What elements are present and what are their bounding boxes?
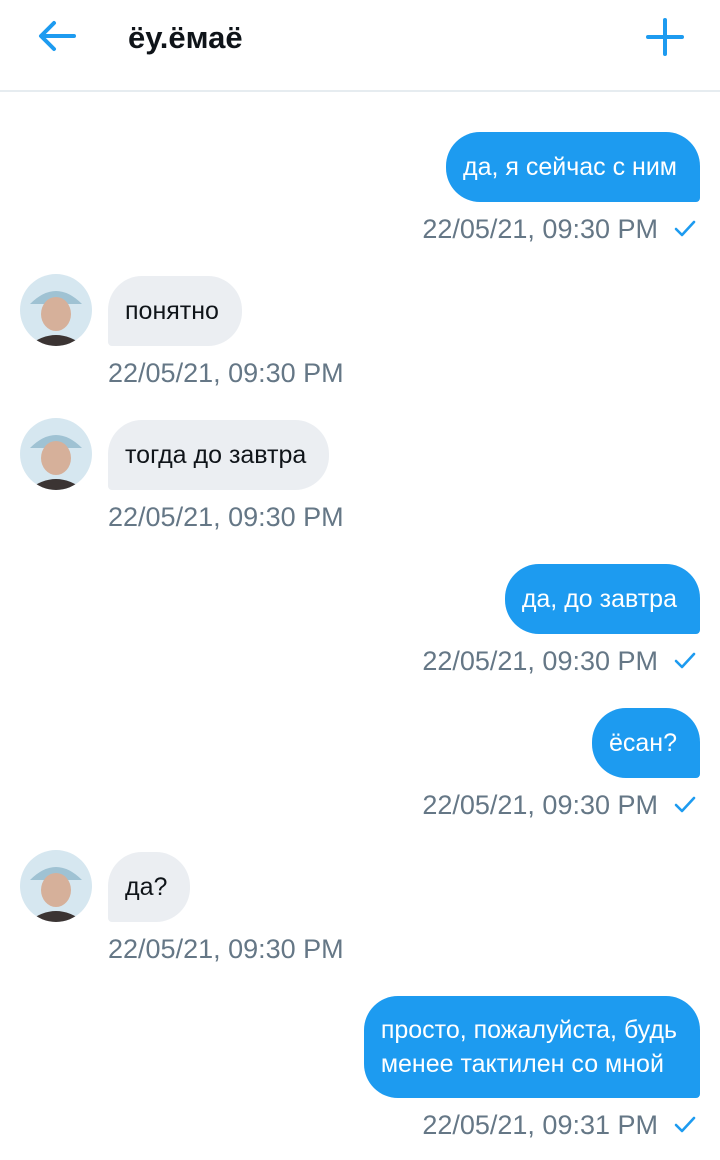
- plus-icon: [646, 18, 684, 56]
- message-timestamp: 22/05/21, 09:30 PM: [108, 934, 344, 964]
- message-bubble: ёсан?: [591, 708, 700, 778]
- new-message-button[interactable]: [640, 12, 690, 62]
- message-outgoing[interactable]: да, до завтра: [504, 564, 700, 634]
- arrow-left-icon: [39, 21, 76, 51]
- message-line: просто, пожалуйста, будь: [380, 1016, 677, 1044]
- message-outgoing[interactable]: да, я сейчас с ним: [445, 132, 700, 202]
- message-timestamp: 22/05/21, 09:30 PM: [108, 358, 344, 388]
- avatar[interactable]: [20, 274, 92, 346]
- conversation-header: ёу.ёмаё: [0, 0, 720, 92]
- message-bubble: да?: [108, 852, 191, 922]
- message-bubble: да, до завтра: [504, 564, 700, 634]
- message-incoming[interactable]: понятно: [108, 276, 242, 346]
- conversation-title: ёу.ёмаё: [128, 20, 243, 55]
- checkmark-icon: [674, 1108, 696, 1142]
- message-timestamp: 22/05/21, 09:30 PM: [422, 790, 658, 820]
- checkmark-icon: [674, 212, 696, 246]
- message-meta: 22/05/21, 09:30 PM: [108, 356, 344, 390]
- checkmark-icon: [674, 644, 696, 678]
- message-bubble: тогда до завтра: [108, 420, 330, 490]
- message-meta: 22/05/21, 09:31 PM: [422, 1108, 696, 1144]
- message-meta: 22/05/21, 09:30 PM: [108, 932, 344, 966]
- message-timestamp: 22/05/21, 09:30 PM: [422, 214, 658, 244]
- message-line: менее тактилен со мной: [380, 1050, 664, 1078]
- checkmark-icon: [674, 788, 696, 822]
- avatar[interactable]: [20, 850, 92, 922]
- message-outgoing[interactable]: просто, пожалуйста, будь менее тактилен …: [363, 996, 700, 1098]
- message-timestamp: 22/05/21, 09:31 PM: [422, 1110, 658, 1140]
- message-outgoing[interactable]: ёсан?: [591, 708, 700, 778]
- message-incoming[interactable]: тогда до завтра: [108, 420, 330, 490]
- message-timestamp: 22/05/21, 09:30 PM: [422, 646, 658, 676]
- message-meta: 22/05/21, 09:30 PM: [422, 788, 696, 824]
- message-incoming[interactable]: да?: [108, 852, 191, 922]
- avatar[interactable]: [20, 418, 92, 490]
- message-bubble: понятно: [108, 276, 242, 346]
- message-bubble: да, я сейчас с ним: [445, 132, 700, 202]
- message-bubble: просто, пожалуйста, будь менее тактилен …: [363, 996, 700, 1098]
- message-meta: 22/05/21, 09:30 PM: [422, 644, 696, 680]
- message-meta: 22/05/21, 09:30 PM: [108, 500, 344, 534]
- back-button[interactable]: [30, 14, 84, 58]
- message-timestamp: 22/05/21, 09:30 PM: [108, 502, 344, 532]
- message-meta: 22/05/21, 09:30 PM: [422, 212, 696, 248]
